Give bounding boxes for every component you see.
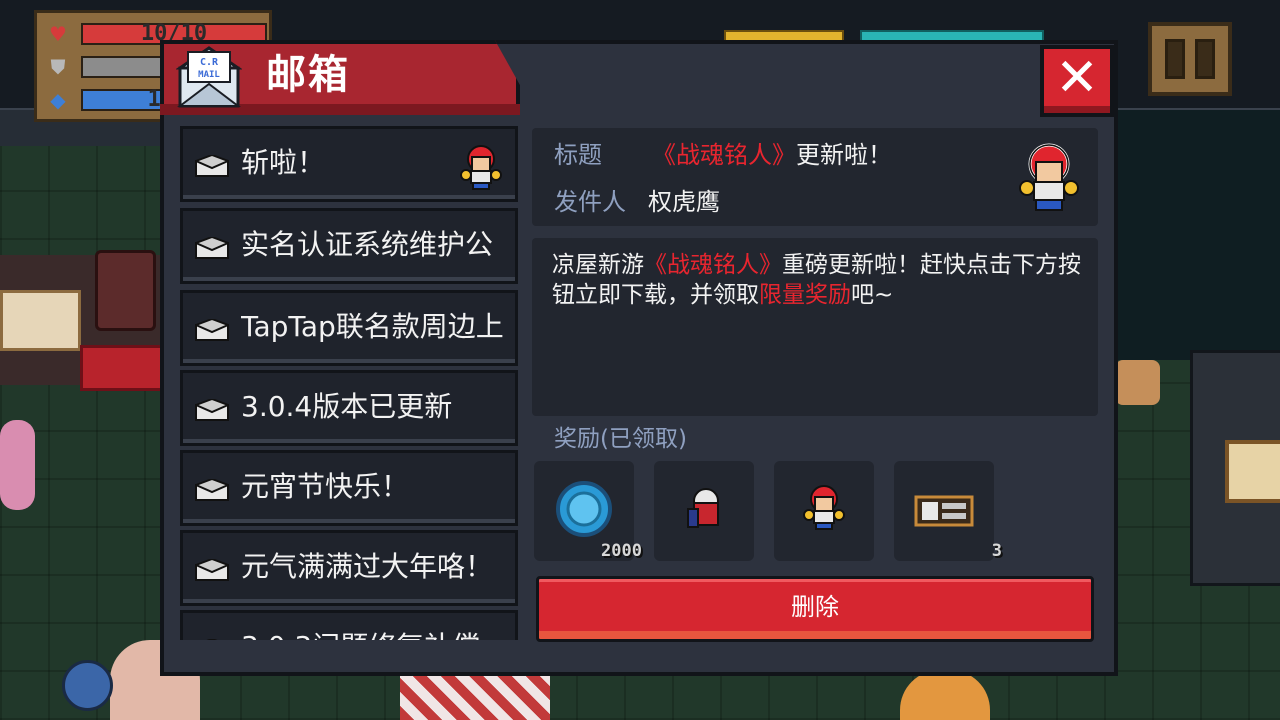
title-label: 标题 xyxy=(554,141,602,169)
envelope-open-icon xyxy=(195,319,229,341)
mail-item-2[interactable]: TapTap联名款周边上 xyxy=(180,290,518,366)
mail-list[interactable]: 斩啦！ 实名认证系统维护公 TapTap联名款周边上 3.0.4版本已更新 元宵… xyxy=(180,126,518,640)
mail-item-0[interactable]: 斩啦！ xyxy=(180,126,518,202)
body-text-1: 凉屋新游 xyxy=(552,252,644,278)
red-hair-hero-icon xyxy=(803,485,845,530)
mail-title-game-name: 《战魂铭人》 xyxy=(652,141,796,169)
heart-icon: ♥ xyxy=(49,22,67,46)
reward-qty: 3 xyxy=(991,541,1002,561)
envelope-open-icon xyxy=(195,237,229,259)
envelope-open-icon xyxy=(195,155,229,177)
mail-item-4[interactable]: 元宵节快乐！ xyxy=(180,450,518,526)
energy-gem-icon: ◆ xyxy=(50,88,66,112)
reward-slot-1[interactable]: 2000 xyxy=(534,461,642,561)
mail-subject: 元宵节快乐！ xyxy=(241,470,410,503)
pot xyxy=(62,660,113,711)
envelope-open-icon xyxy=(195,399,229,421)
npc-merchant xyxy=(95,250,156,331)
right-room xyxy=(1110,110,1280,360)
pause-icon xyxy=(1165,39,1185,79)
body-game-name: 《战魂铭人》 xyxy=(644,252,782,278)
reward-slot-3[interactable] xyxy=(774,461,874,561)
mail-subject: TapTap联名款周边上 xyxy=(241,310,504,343)
mail-subject: 3.0.4版本已更新 xyxy=(241,390,453,423)
svg-text:MAIL: MAIL xyxy=(198,70,220,80)
ecard-ticket-icon xyxy=(914,495,974,527)
sender-avatar-icon xyxy=(1019,143,1079,211)
envelope-open-icon xyxy=(206,639,218,640)
armor-row: ⛊ 4/ xyxy=(45,55,267,79)
body-text-3: 吧~ xyxy=(851,282,894,308)
sender-label: 发件人 xyxy=(554,188,626,216)
pause-icon-bar xyxy=(1195,39,1215,79)
mail-title: 《战魂铭人》更新啦！ xyxy=(652,140,892,170)
striped-chest xyxy=(400,675,550,720)
mail-subject: 实名认证系统维护公 xyxy=(241,228,494,261)
mail-item-6[interactable]: 3.0.3问题修复补偿 xyxy=(180,610,518,640)
mail-subject: 3.0.3问题修复补偿 xyxy=(241,613,513,640)
pause-button[interactable] xyxy=(1148,22,1232,96)
floor-item xyxy=(1115,360,1160,405)
red-hair-hero-avatar-icon xyxy=(460,145,502,190)
delete-button[interactable]: 删除 xyxy=(536,576,1094,642)
reward-qty: 2000 xyxy=(601,541,642,561)
mail-item-1[interactable]: 实名认证系统维护公 xyxy=(180,208,518,284)
hp-row: ♥ 10/10 xyxy=(45,22,267,46)
mail-subject: 元气满满过大年咯！ xyxy=(241,550,494,583)
reward-slot-2[interactable] xyxy=(654,461,754,561)
mail-body-text: 凉屋新游《战魂铭人》重磅更新啦！赶快点击下方按钮立即下载，并领取限量奖励吧~ xyxy=(552,250,1082,310)
close-icon: ✕ xyxy=(1055,48,1099,108)
reward-label: 奖励(已领取) xyxy=(554,426,687,452)
npc-pink xyxy=(0,420,35,510)
mail-title-rest: 更新啦！ xyxy=(796,141,892,169)
mail-item-5[interactable]: 元气满满过大年咯！ xyxy=(180,530,518,606)
body-reward-highlight: 限量奖励 xyxy=(759,282,851,308)
envelope-open-icon xyxy=(195,479,229,501)
close-button[interactable]: ✕ xyxy=(1040,45,1114,117)
envelope-open-icon xyxy=(195,559,229,581)
stall-counter xyxy=(80,345,168,391)
shield-icon: ⛊ xyxy=(50,55,66,79)
delete-button-label: 删除 xyxy=(791,593,839,621)
reward-slot-4[interactable]: 3 xyxy=(894,461,1002,561)
sender-name: 权虎鹰 xyxy=(648,188,720,216)
mail-item-3[interactable]: 3.0.4版本已更新 xyxy=(180,370,518,446)
svg-text:C.R: C.R xyxy=(200,57,219,68)
energy-row: ◆ 170/ xyxy=(45,88,267,112)
mail-icon: C.R MAIL xyxy=(176,46,242,108)
mailbox-title: 邮箱 xyxy=(266,52,350,98)
red-warrior-skin-icon xyxy=(687,488,719,528)
stall-sign xyxy=(0,290,81,351)
wall-frame xyxy=(1225,440,1280,503)
